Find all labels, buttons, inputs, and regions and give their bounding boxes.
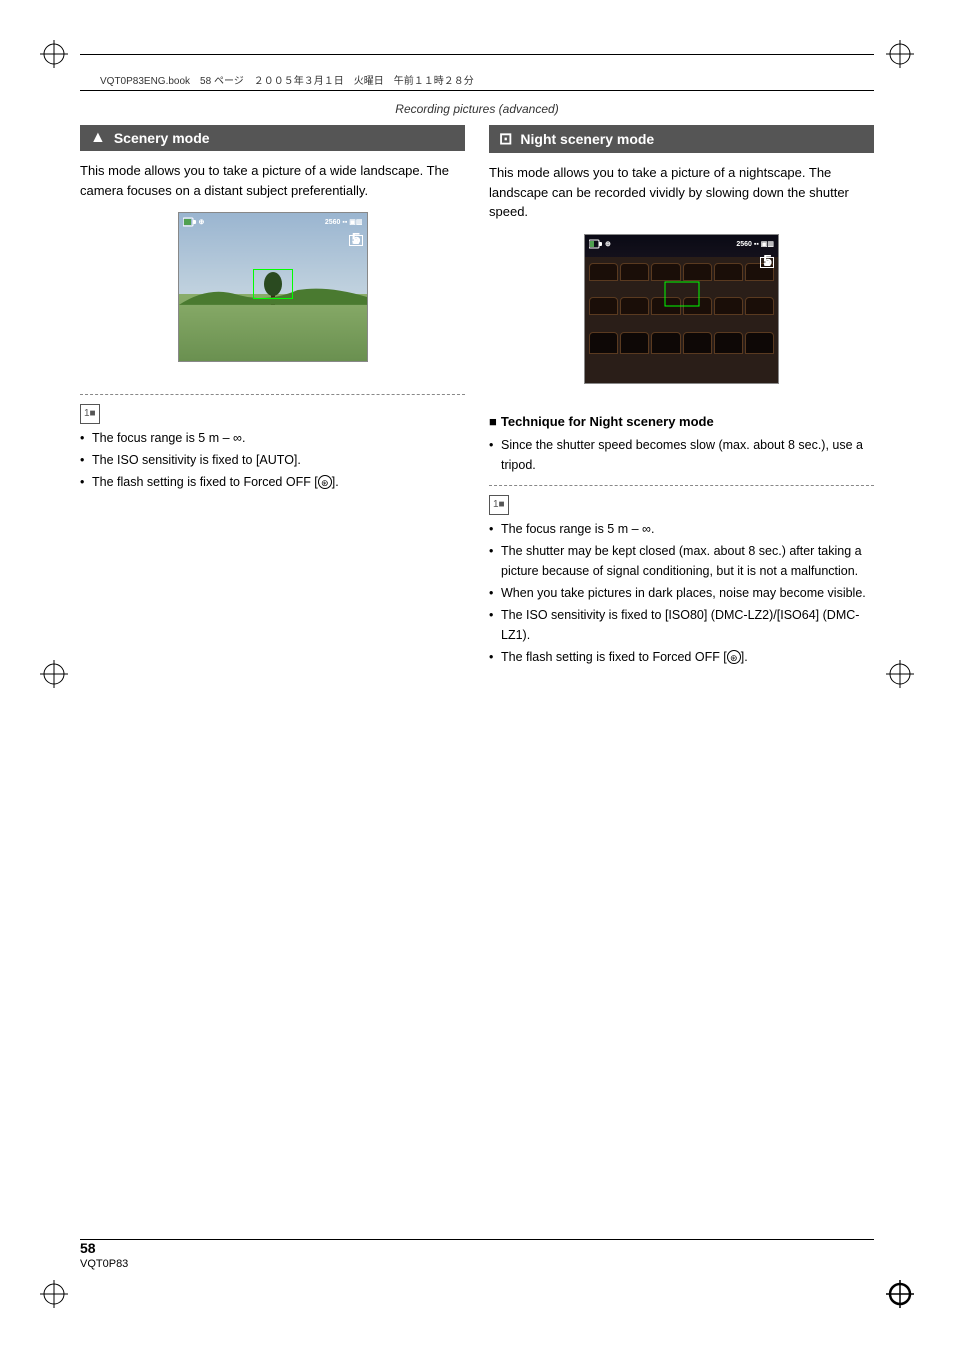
scenery-bullet-3: The flash setting is fixed to Forced OFF… [80,472,465,492]
content-area: ▲ Scenery mode This mode allows you to t… [80,125,874,1228]
scenery-header: ▲ Scenery mode [80,125,465,151]
scenery-note-box: 1■ The focus range is 5 m – ∞. The ISO s… [80,394,465,492]
night-bullet-5: The flash setting is fixed to Forced OFF… [489,647,874,667]
scenery-note-icon: 1■ [80,404,100,424]
scenery-description: This mode allows you to take a picture o… [80,161,465,200]
page-subtitle: Recording pictures (advanced) [0,102,954,116]
night-scenery-description: This mode allows you to take a picture o… [489,163,874,222]
scenery-section: ▲ Scenery mode This mode allows you to t… [80,125,465,1228]
night-bullet-1: The focus range is 5 m – ∞. [489,519,874,539]
night-bullet-list: The focus range is 5 m – ∞. The shutter … [489,519,874,667]
scenery-icon: ▲ [90,129,106,147]
flash-symbol-right: ⊛ [727,650,741,664]
night-note-icon: 1■ [489,495,509,515]
header-rule-bottom [80,90,874,91]
scenery-preview: ⊕ 2560 ▪▪ ▣▥ 5 ▣ [178,212,368,362]
night-scenery-header: ⊡ Night scenery mode [489,125,874,153]
reg-mark-bottom-left [40,1280,68,1308]
page-code: VQT0P83 [80,1258,128,1270]
reg-mark-top-left [40,40,68,68]
flash-symbol-left: ⊛ [318,475,332,489]
night-scenery-title: Night scenery mode [520,131,654,147]
technique-header: Technique for Night scenery mode [489,414,874,429]
reg-mark-mid-left [40,660,68,688]
night-scenery-preview: ⊕ 2560 ▪▪ ▣▥ 5 ▣ [584,234,779,384]
page-number: 58 [80,1240,96,1256]
night-bullet-4: The ISO sensitivity is fixed to [ISO80] … [489,605,874,645]
header-meta: VQT0P83ENG.book 58 ページ ２００５年３月１日 火曜日 午前１… [100,72,854,87]
scenery-bullet-2: The ISO sensitivity is fixed to [AUTO]. [80,450,465,470]
footer-rule [80,1239,874,1240]
reg-mark-bottom-right [886,1280,914,1308]
scenery-bullet-list: The focus range is 5 m – ∞. The ISO sens… [80,428,465,492]
reg-mark-top-right [886,40,914,68]
book-reference: VQT0P83ENG.book 58 ページ ２００５年３月１日 火曜日 午前１… [100,72,474,87]
reg-mark-mid-right [886,660,914,688]
scenery-title: Scenery mode [114,130,210,146]
night-scenery-section: ⊡ Night scenery mode This mode allows yo… [489,125,874,1228]
night-note-box: 1■ The focus range is 5 m – ∞. The shutt… [489,485,874,667]
night-bullet-2: The shutter may be kept closed (max. abo… [489,541,874,581]
night-scenery-icon: ⊡ [499,129,512,149]
technique-bullet: Since the shutter speed becomes slow (ma… [489,435,874,475]
technique-list: Since the shutter speed becomes slow (ma… [489,435,874,475]
night-bullet-3: When you take pictures in dark places, n… [489,583,874,603]
page: VQT0P83ENG.book 58 ページ ２００５年３月１日 火曜日 午前１… [0,0,954,1348]
scenery-bullet-1: The focus range is 5 m – ∞. [80,428,465,448]
header-rule-top [80,54,874,55]
